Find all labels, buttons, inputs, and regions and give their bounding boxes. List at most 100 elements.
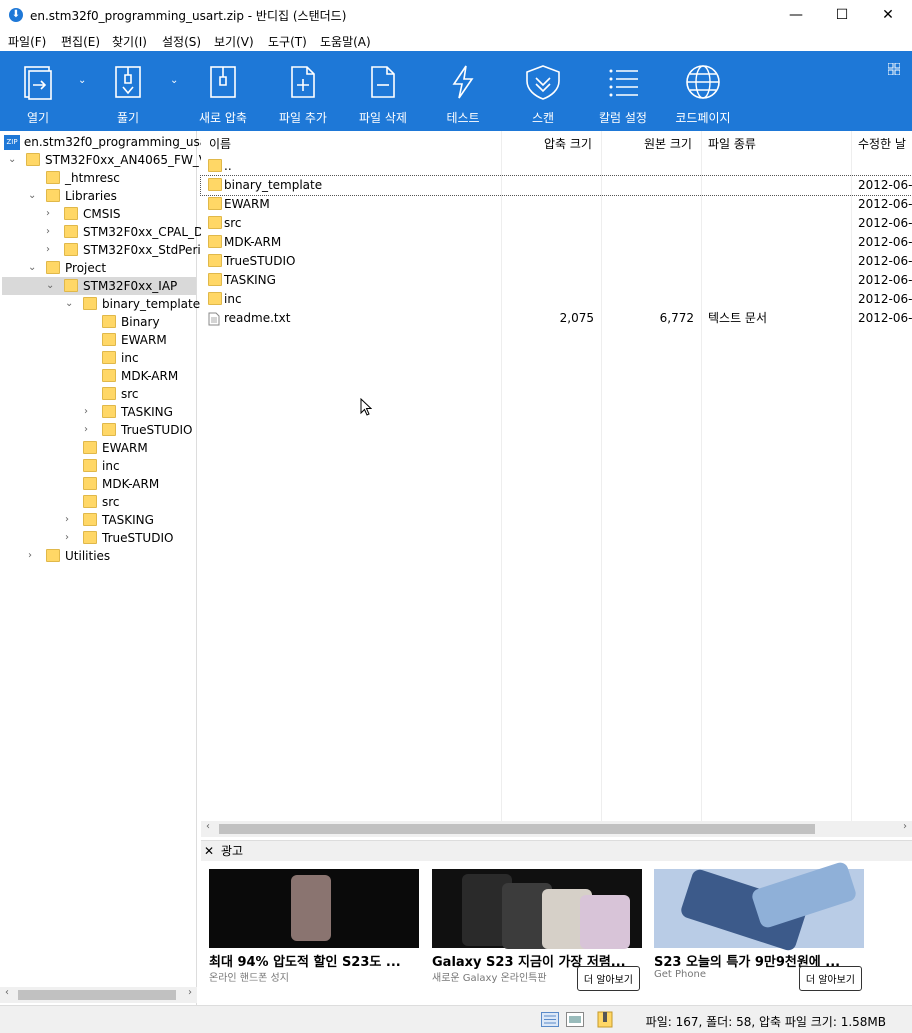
file-row[interactable]: MDK-ARM 2012-06- bbox=[201, 233, 912, 252]
layout-grid-icon[interactable] bbox=[888, 63, 900, 75]
tree-item[interactable]: inc bbox=[102, 349, 139, 367]
expanded-chevron-icon[interactable]: ⌄ bbox=[46, 277, 56, 295]
mouse-cursor-icon bbox=[360, 398, 372, 416]
tree-item[interactable]: › TASKING bbox=[84, 403, 173, 421]
collapsed-chevron-icon[interactable]: › bbox=[28, 547, 38, 565]
tree-item[interactable]: src bbox=[83, 493, 120, 511]
test-button[interactable]: 테스트 bbox=[425, 51, 501, 131]
maximize-button[interactable]: ☐ bbox=[819, 0, 865, 30]
tree-item[interactable]: › CMSIS bbox=[46, 205, 121, 223]
column-header-packed-size[interactable]: 압축 크기 bbox=[544, 131, 592, 157]
menu-edit[interactable]: 편집(E) bbox=[61, 33, 100, 50]
file-row[interactable]: readme.txt 2,075 6,772 텍스트 문서 2012-06- bbox=[201, 309, 912, 328]
collapsed-chevron-icon[interactable]: › bbox=[65, 511, 75, 529]
column-header-modified[interactable]: 수정한 날 bbox=[858, 131, 912, 157]
file-row[interactable]: EWARM 2012-06- bbox=[201, 195, 912, 214]
extract-button[interactable]: 풀기 bbox=[90, 51, 166, 131]
file-modified-date: 2012-06- bbox=[858, 292, 912, 306]
add-file-button[interactable]: 파일 추가 bbox=[265, 51, 341, 131]
tree-item[interactable]: › TrueSTUDIO bbox=[84, 421, 192, 439]
ad-close-button[interactable]: ✕ bbox=[204, 841, 214, 861]
menu-find[interactable]: 찾기(I) bbox=[112, 33, 147, 50]
column-header-file-type[interactable]: 파일 종류 bbox=[708, 131, 756, 157]
new-archive-button[interactable]: 새로 압축 bbox=[185, 51, 261, 131]
tree-item[interactable]: Binary bbox=[102, 313, 160, 331]
ad-card[interactable]: S23 오늘의 특가 9만9천원에 ... Get Phone 더 알아보기 bbox=[654, 860, 864, 999]
menu-file[interactable]: 파일(F) bbox=[8, 33, 46, 50]
tree-item[interactable]: EWARM bbox=[83, 439, 148, 457]
scan-button[interactable]: 스캔 bbox=[505, 51, 581, 131]
file-row[interactable]: src 2012-06- bbox=[201, 214, 912, 233]
extract-dropdown-icon[interactable]: ⌄ bbox=[170, 75, 178, 86]
tree-item[interactable]: EWARM bbox=[102, 331, 167, 349]
scroll-left-icon[interactable]: ‹ bbox=[206, 821, 210, 832]
tree-item[interactable]: ⌄ binary_template bbox=[65, 295, 200, 313]
tree-item-label: Libraries bbox=[65, 189, 117, 203]
tree-horizontal-scrollbar[interactable]: ‹ › bbox=[0, 987, 197, 1003]
codepage-button[interactable]: 코드페이지 bbox=[665, 51, 741, 131]
file-row[interactable]: inc 2012-06- bbox=[201, 290, 912, 309]
menu-tools[interactable]: 도구(T) bbox=[268, 33, 307, 50]
menu-help[interactable]: 도움말(A) bbox=[320, 33, 371, 50]
collapsed-chevron-icon[interactable]: › bbox=[46, 205, 56, 223]
tree-item[interactable]: MDK-ARM bbox=[83, 475, 159, 493]
column-header-name[interactable]: 이름 bbox=[209, 131, 231, 157]
scroll-left-icon[interactable]: ‹ bbox=[5, 987, 9, 998]
archive-info-icon[interactable] bbox=[597, 1011, 613, 1028]
collapsed-chevron-icon[interactable]: › bbox=[84, 403, 94, 421]
learn-more-button[interactable]: 더 알아보기 bbox=[798, 966, 862, 991]
tree-scroll-thumb[interactable] bbox=[18, 990, 176, 1000]
tree-item[interactable]: ⌄ Libraries bbox=[28, 187, 117, 205]
tree-item[interactable]: ⌄ STM32F0xx_IAP bbox=[2, 277, 196, 295]
expanded-chevron-icon[interactable]: ⌄ bbox=[65, 295, 75, 313]
collapsed-chevron-icon[interactable]: › bbox=[46, 241, 56, 259]
tree-item[interactable]: inc bbox=[83, 457, 120, 475]
column-settings-button[interactable]: 칼럼 설정 bbox=[585, 51, 661, 131]
file-name: MDK-ARM bbox=[224, 235, 282, 249]
menu-settings[interactable]: 설정(S) bbox=[162, 33, 201, 50]
open-button[interactable]: 열기 bbox=[0, 51, 76, 131]
folder-icon bbox=[83, 531, 97, 544]
tree-item[interactable]: › STM32F0xx_CPAL_D bbox=[46, 223, 203, 241]
tree-item[interactable]: MDK-ARM bbox=[102, 367, 178, 385]
scroll-right-icon[interactable]: › bbox=[903, 821, 907, 832]
folder-icon bbox=[208, 292, 222, 306]
collapsed-chevron-icon[interactable]: › bbox=[46, 223, 56, 241]
tree-root[interactable]: ZIP en.stm32f0_programming_usart bbox=[4, 133, 217, 151]
tree-item[interactable]: ⌄ Project bbox=[28, 259, 106, 277]
ad-card[interactable]: Galaxy S23 지금이 가장 저렴... 새로운 Galaxy 온라인특판… bbox=[432, 869, 642, 999]
tree-item[interactable]: › TrueSTUDIO bbox=[65, 529, 173, 547]
tree-item[interactable]: src bbox=[102, 385, 139, 403]
open-dropdown-icon[interactable]: ⌄ bbox=[78, 75, 86, 86]
menu-view[interactable]: 보기(V) bbox=[214, 33, 254, 50]
file-modified-date: 2012-06- bbox=[858, 216, 912, 230]
file-list-scroll-thumb[interactable] bbox=[219, 824, 815, 834]
tree-item[interactable]: › STM32F0xx_StdPerip bbox=[46, 241, 208, 259]
collapsed-chevron-icon[interactable]: › bbox=[84, 421, 94, 439]
folder-icon bbox=[64, 225, 78, 238]
details-view-icon[interactable] bbox=[541, 1012, 559, 1027]
preview-pane-icon[interactable] bbox=[566, 1012, 584, 1027]
tree-item[interactable]: › TASKING bbox=[65, 511, 154, 529]
expanded-chevron-icon[interactable]: ⌄ bbox=[8, 151, 18, 169]
minimize-button[interactable]: — bbox=[773, 0, 819, 30]
learn-more-button[interactable]: 더 알아보기 bbox=[576, 966, 640, 991]
folder-icon bbox=[83, 513, 97, 526]
tree-item[interactable]: › Utilities bbox=[28, 547, 110, 565]
file-row[interactable]: binary_template 2012-06- bbox=[200, 175, 912, 196]
close-button[interactable]: ✕ bbox=[865, 0, 911, 30]
expanded-chevron-icon[interactable]: ⌄ bbox=[28, 187, 38, 205]
column-header-original-size[interactable]: 원본 크기 bbox=[644, 131, 692, 157]
tree-item[interactable]: ⌄ STM32F0xx_AN4065_FW_V bbox=[8, 151, 207, 169]
collapsed-chevron-icon[interactable]: › bbox=[65, 529, 75, 547]
tree-item[interactable]: _htmresc bbox=[46, 169, 120, 187]
ad-card[interactable]: 최대 94% 압도적 할인 S23도 ... 온라인 핸드폰 성지 bbox=[209, 869, 419, 999]
codepage-label: 코드페이지 bbox=[675, 111, 731, 125]
delete-file-button[interactable]: 파일 삭제 bbox=[345, 51, 421, 131]
scroll-right-icon[interactable]: › bbox=[188, 987, 192, 998]
file-row[interactable]: .. bbox=[201, 157, 912, 176]
file-row[interactable]: TrueSTUDIO 2012-06- bbox=[201, 252, 912, 271]
file-row[interactable]: TASKING 2012-06- bbox=[201, 271, 912, 290]
expanded-chevron-icon[interactable]: ⌄ bbox=[28, 259, 38, 277]
file-list-horizontal-scrollbar[interactable]: ‹ › bbox=[201, 821, 912, 837]
